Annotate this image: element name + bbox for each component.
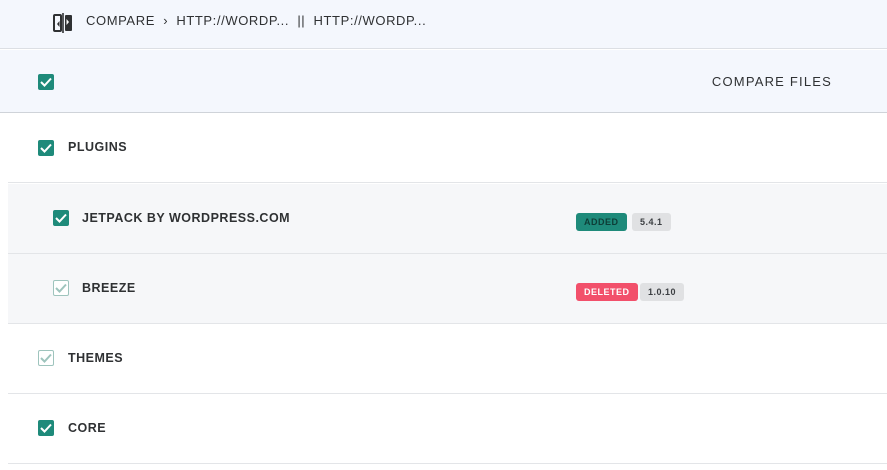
breadcrumb-divider: || bbox=[297, 13, 306, 28]
group-row-plugins: PLUGINS bbox=[8, 113, 887, 183]
breadcrumb: COMPARE › HTTP://WORDP... || HTTP://WORD… bbox=[86, 13, 426, 28]
item-label-breeze: BREEZE bbox=[82, 281, 136, 295]
group-label-plugins: PLUGINS bbox=[68, 140, 128, 154]
list-header: COMPARE FILES bbox=[0, 50, 887, 113]
compare-files-button[interactable]: COMPARE FILES bbox=[712, 74, 832, 89]
chevron-right-icon: › bbox=[163, 13, 169, 28]
breeze-checkbox[interactable] bbox=[53, 280, 69, 296]
compare-icon bbox=[53, 12, 73, 34]
version-badge: 5.4.1 bbox=[632, 213, 671, 231]
group-label-core: CORE bbox=[68, 421, 107, 435]
breadcrumb-left-site: HTTP://WORDP... bbox=[176, 13, 290, 28]
item-label-jetpack: JETPACK BY WORDPRESS.COM bbox=[82, 211, 291, 225]
breadcrumb-bar: COMPARE › HTTP://WORDP... || HTTP://WORD… bbox=[0, 0, 887, 49]
core-checkbox[interactable] bbox=[38, 420, 54, 436]
item-row-jetpack: JETPACK BY WORDPRESS.COM ADDED 5.4.1 bbox=[8, 184, 887, 254]
group-row-core: CORE bbox=[8, 394, 887, 464]
jetpack-checkbox[interactable] bbox=[53, 210, 69, 226]
themes-checkbox[interactable] bbox=[38, 350, 54, 366]
group-row-themes: THEMES bbox=[8, 324, 887, 394]
group-label-themes: THEMES bbox=[68, 351, 124, 365]
status-badge-added: ADDED bbox=[576, 213, 627, 231]
version-badge: 1.0.10 bbox=[640, 283, 685, 301]
status-badge-deleted: DELETED bbox=[576, 283, 638, 301]
select-all-checkbox[interactable] bbox=[38, 74, 54, 90]
item-row-breeze: BREEZE DELETED 1.0.10 bbox=[8, 254, 887, 324]
breadcrumb-root[interactable]: COMPARE bbox=[86, 13, 155, 28]
breadcrumb-right-site: HTTP://WORDP... bbox=[313, 13, 427, 28]
plugins-checkbox[interactable] bbox=[38, 140, 54, 156]
